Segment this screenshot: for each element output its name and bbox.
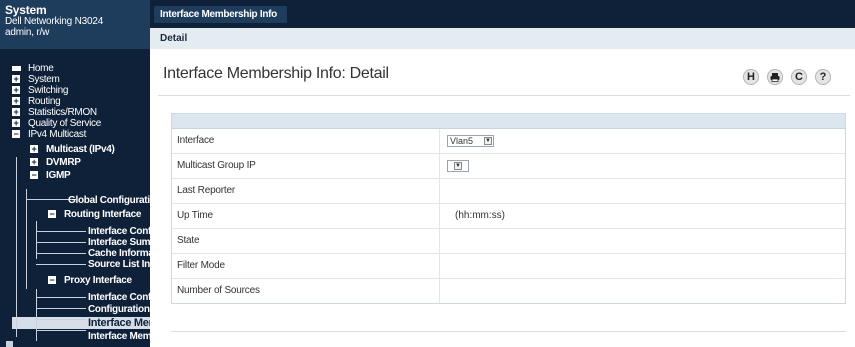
home-icon bbox=[12, 66, 21, 71]
row-label: Interface bbox=[172, 129, 440, 153]
expand-icon[interactable]: + bbox=[12, 86, 20, 95]
subnav-detail-link[interactable]: Detail bbox=[160, 28, 187, 49]
expand-icon[interactable]: + bbox=[12, 119, 20, 128]
sidebar-scroll-handle[interactable] bbox=[6, 341, 13, 347]
user-info: admin, r/w bbox=[5, 27, 50, 38]
tree-line bbox=[36, 253, 86, 254]
tree-line bbox=[36, 231, 86, 232]
row-value bbox=[441, 229, 845, 253]
tree-line bbox=[16, 157, 17, 337]
tree-line bbox=[36, 330, 86, 331]
tab-interface-membership-info[interactable]: Interface Membership Info bbox=[154, 6, 287, 23]
bottom-divider bbox=[171, 331, 846, 332]
row-label: Number of Sources bbox=[172, 279, 440, 303]
tree-line bbox=[36, 297, 86, 298]
tree-line bbox=[36, 319, 86, 320]
collapse-icon[interactable]: − bbox=[12, 130, 20, 139]
interface-select[interactable]: Vlan5 ▼ bbox=[447, 135, 494, 147]
refresh-icon[interactable]: C bbox=[791, 69, 807, 85]
row-label: State bbox=[172, 229, 440, 253]
print-icon-glyph bbox=[770, 73, 780, 82]
row-label: Up Time bbox=[172, 204, 440, 228]
row-label: Filter Mode bbox=[172, 254, 440, 278]
row-value bbox=[441, 179, 845, 203]
page-title: Interface Membership Info: Detail bbox=[163, 65, 389, 82]
collapse-icon[interactable]: − bbox=[48, 276, 56, 285]
multicast-group-ip-select[interactable]: ▼ bbox=[447, 160, 469, 172]
device-name: Dell Networking N3024 bbox=[5, 16, 104, 27]
top-tab-bar: Interface Membership Info Detail bbox=[150, 0, 855, 49]
expand-icon[interactable]: + bbox=[12, 97, 20, 106]
expand-icon[interactable]: + bbox=[12, 75, 20, 84]
chevron-down-icon: ▼ bbox=[484, 137, 492, 145]
row-label: Multicast Group IP bbox=[172, 154, 440, 178]
row-value: ▼ bbox=[441, 154, 845, 178]
title-divider bbox=[158, 95, 850, 96]
print-icon[interactable] bbox=[767, 69, 783, 85]
sub-navigation: Detail bbox=[150, 28, 855, 49]
expand-icon[interactable]: + bbox=[12, 108, 20, 117]
sidebar-nav: Home + System + Switching + Routing + St… bbox=[0, 49, 150, 347]
table-header bbox=[172, 114, 845, 129]
system-title: System bbox=[5, 3, 47, 17]
help-h-icon[interactable]: H bbox=[743, 69, 759, 85]
tree-line bbox=[26, 189, 27, 289]
main-content: Interface Membership Info: Detail H C ? … bbox=[150, 49, 855, 347]
table-row-multicast-group-ip: Multicast Group IP ▼ bbox=[172, 154, 845, 179]
row-value: Vlan5 ▼ bbox=[441, 129, 845, 153]
collapse-icon[interactable]: − bbox=[30, 171, 38, 180]
table-row-interface: Interface Vlan5 ▼ bbox=[172, 129, 845, 154]
tree-line bbox=[36, 264, 86, 265]
expand-icon[interactable]: + bbox=[30, 145, 38, 154]
tree-line bbox=[36, 242, 86, 243]
table-row-state: State bbox=[172, 229, 845, 254]
table-row-up-time: Up Time (hh:mm:ss) bbox=[172, 204, 845, 229]
row-value: (hh:mm:ss) bbox=[455, 210, 505, 221]
table-row-last-reporter: Last Reporter bbox=[172, 179, 845, 204]
table-row-filter-mode: Filter Mode bbox=[172, 254, 845, 279]
question-icon[interactable]: ? bbox=[815, 69, 831, 85]
row-value bbox=[441, 254, 845, 278]
system-header: System Dell Networking N3024 admin, r/w bbox=[0, 0, 150, 49]
row-label: Last Reporter bbox=[172, 179, 440, 203]
row-value bbox=[441, 279, 845, 303]
chevron-down-icon: ▼ bbox=[454, 162, 462, 170]
collapse-icon[interactable]: − bbox=[48, 210, 56, 219]
tree-line bbox=[36, 308, 86, 309]
expand-icon[interactable]: + bbox=[30, 158, 38, 167]
table-row-number-of-sources: Number of Sources bbox=[172, 279, 845, 303]
membership-detail-table: Interface Vlan5 ▼ Multicast Group IP ▼ L… bbox=[171, 113, 846, 304]
